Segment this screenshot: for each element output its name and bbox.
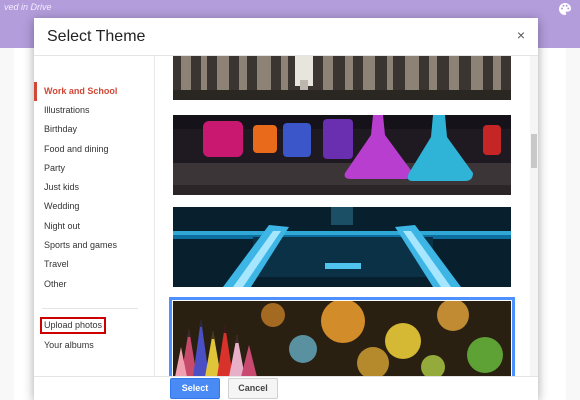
theme-thumbnail-flasks[interactable]: [173, 115, 511, 195]
cancel-button[interactable]: Cancel: [228, 378, 278, 399]
sidebar-item-work-and-school[interactable]: Work and School: [34, 82, 154, 101]
theme-gallery: [155, 56, 538, 376]
dialog-body: Work and School Illustrations Birthday F…: [34, 55, 538, 377]
sidebar-item-sports-and-games[interactable]: Sports and games: [34, 236, 154, 255]
theme-scrollbar-thumb[interactable]: [531, 134, 537, 168]
sidebar-item-other[interactable]: Other: [34, 275, 154, 294]
sidebar-divider: [42, 308, 138, 309]
upload-photos-link[interactable]: Upload photos: [44, 318, 102, 333]
theme-thumbnail-tools[interactable]: [173, 56, 511, 100]
sidebar-item-food-and-dining[interactable]: Food and dining: [34, 140, 154, 159]
sidebar-item-travel[interactable]: Travel: [34, 255, 154, 274]
palette-icon[interactable]: [558, 2, 572, 16]
save-status: ved in Drive: [4, 2, 52, 12]
sidebar-item-illustrations[interactable]: Illustrations: [34, 101, 154, 120]
theme-thumbnail-pencils[interactable]: [169, 297, 515, 376]
sidebar-item-party[interactable]: Party: [34, 159, 154, 178]
category-sidebar: Work and School Illustrations Birthday F…: [34, 56, 154, 376]
select-button[interactable]: Select: [170, 378, 220, 399]
close-icon[interactable]: ×: [514, 28, 528, 42]
dialog-title: Select Theme: [47, 28, 146, 45]
sidebar-item-just-kids[interactable]: Just kids: [34, 178, 154, 197]
sidebar-item-birthday[interactable]: Birthday: [34, 120, 154, 139]
select-theme-dialog: Select Theme × Work and School Illustrat…: [34, 18, 538, 400]
theme-scrollbar-track[interactable]: [530, 56, 538, 376]
sidebar-item-wedding[interactable]: Wedding: [34, 197, 154, 216]
your-albums-link[interactable]: Your albums: [34, 336, 154, 355]
sidebar-item-night-out[interactable]: Night out: [34, 217, 154, 236]
theme-thumbnail-microscope[interactable]: [173, 207, 511, 287]
